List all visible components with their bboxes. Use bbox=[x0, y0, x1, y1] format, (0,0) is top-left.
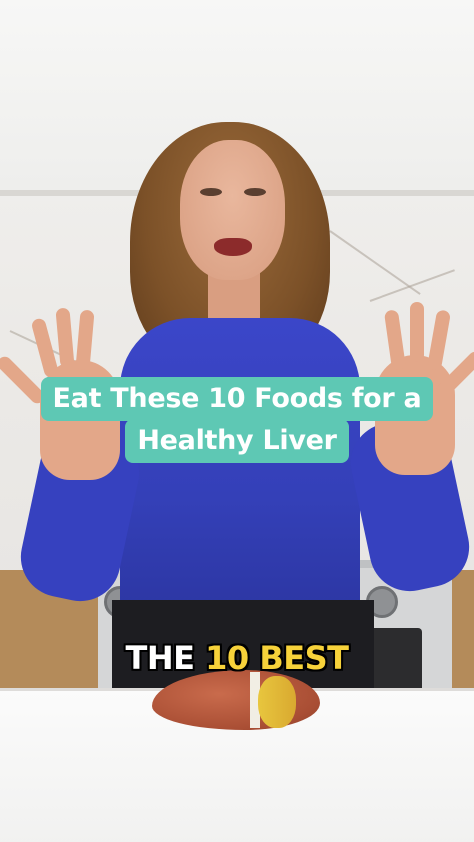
wood-cabinet bbox=[450, 570, 474, 700]
title-caption-line-2: Healthy Liver bbox=[125, 419, 349, 463]
gallbladder-model bbox=[258, 676, 296, 728]
finger bbox=[410, 302, 424, 362]
mouth bbox=[214, 238, 252, 256]
eye bbox=[244, 188, 266, 196]
subtitle-caption: THE 10 BEST bbox=[0, 636, 474, 680]
subtitle-caption-part-2: 10 BEST bbox=[205, 639, 349, 677]
presenter-blouse bbox=[120, 318, 360, 618]
video-frame: Eat These 10 Foods for a Healthy Liver T… bbox=[0, 0, 474, 842]
title-caption-line-1: Eat These 10 Foods for a bbox=[40, 377, 434, 421]
title-caption: Eat These 10 Foods for a Healthy Liver bbox=[0, 377, 474, 463]
subtitle-caption-part-1: THE bbox=[125, 639, 206, 677]
eye bbox=[200, 188, 222, 196]
presenter-face bbox=[180, 140, 285, 280]
